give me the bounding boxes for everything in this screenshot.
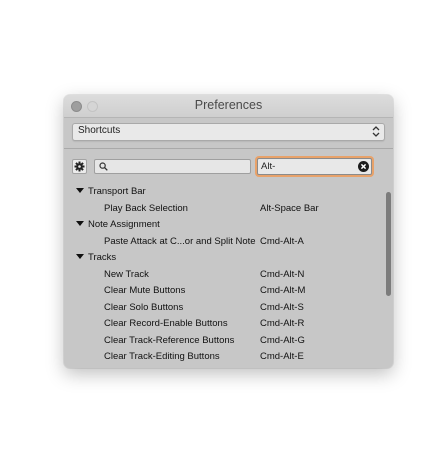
disclosure-triangle-icon[interactable] <box>76 188 84 193</box>
search-input[interactable] <box>111 160 247 173</box>
list-item[interactable]: Paste Attack at C...or and Split Note Cm… <box>64 233 369 249</box>
group-label: Transport Bar <box>88 186 146 197</box>
window-title: Preferences <box>194 98 263 112</box>
disclosure-triangle-icon[interactable] <box>76 254 84 259</box>
command-label: Clear Solo Buttons <box>104 301 184 313</box>
shortcut-value: Cmd-Alt-R <box>260 318 305 329</box>
list-item[interactable]: Play Back Selection Alt-Space Bar <box>64 200 369 216</box>
shortcut-value: Cmd-Alt-A <box>260 235 304 247</box>
gear-icon <box>74 161 85 172</box>
group-note-assignment[interactable]: Note Assignment <box>64 216 369 232</box>
disclosure-triangle-icon[interactable] <box>76 221 84 226</box>
clear-button[interactable] <box>358 161 369 172</box>
command-label: Clear Record-Enable Buttons <box>104 318 228 329</box>
search-field[interactable] <box>94 159 251 174</box>
command-label: Paste Attack at C...or and Split Note <box>104 235 256 247</box>
shortcut-value: Cmd-Alt-N <box>260 268 305 280</box>
category-popup-label: Shortcuts <box>78 125 121 136</box>
preferences-window: Preferences Shortcuts Alt- Transport Bar… <box>64 95 393 368</box>
shortcut-list: Transport Bar Play Back Selection Alt-Sp… <box>64 181 393 368</box>
category-popup[interactable]: Shortcuts <box>72 123 385 141</box>
command-label: Play Back Selection <box>104 202 188 214</box>
title-bar[interactable]: Preferences <box>64 95 393 118</box>
list-item[interactable]: Clear Track-Reference Buttons Cmd-Alt-G <box>64 332 369 348</box>
shortcut-value: Cmd-Alt-G <box>260 334 305 346</box>
command-label: New Track <box>104 268 149 280</box>
shortcut-value: Cmd-Alt-S <box>260 301 304 313</box>
group-label: Tracks <box>88 252 117 263</box>
list-item[interactable]: New Track Cmd-Alt-N <box>64 266 369 282</box>
divider <box>64 148 393 149</box>
command-label: Clear Track-Reference Buttons <box>104 334 235 346</box>
vertical-scrollbar[interactable] <box>377 181 393 368</box>
up-down-arrows-icon <box>372 125 380 138</box>
group-transport-bar[interactable]: Transport Bar <box>64 183 369 199</box>
list-item[interactable]: Clear Record-Enable Buttons Cmd-Alt-R <box>64 315 369 331</box>
clear-x-icon <box>360 163 367 170</box>
gear-menu-button[interactable] <box>72 159 87 174</box>
group-label: Note Assignment <box>88 219 160 230</box>
command-label: Clear Track-Editing Buttons <box>104 351 220 362</box>
list-item[interactable]: Clear Track-Editing Buttons Cmd-Alt-E <box>64 348 369 364</box>
list-item[interactable]: Clear Solo Buttons Cmd-Alt-S <box>64 299 369 315</box>
magnifier-icon <box>99 162 108 171</box>
command-label: Clear Mute Buttons <box>104 285 186 296</box>
group-tracks[interactable]: Tracks <box>64 249 369 265</box>
shortcut-filter-input[interactable] <box>261 160 356 173</box>
shortcut-filter-field[interactable] <box>257 158 372 175</box>
shortcut-value: Cmd-Alt-M <box>260 285 306 296</box>
list-item[interactable]: Clear Mute Buttons Cmd-Alt-M <box>64 282 369 298</box>
scrollbar-thumb[interactable] <box>386 192 391 296</box>
shortcut-value: Alt-Space Bar <box>260 202 319 214</box>
shortcut-value: Cmd-Alt-E <box>260 351 304 362</box>
